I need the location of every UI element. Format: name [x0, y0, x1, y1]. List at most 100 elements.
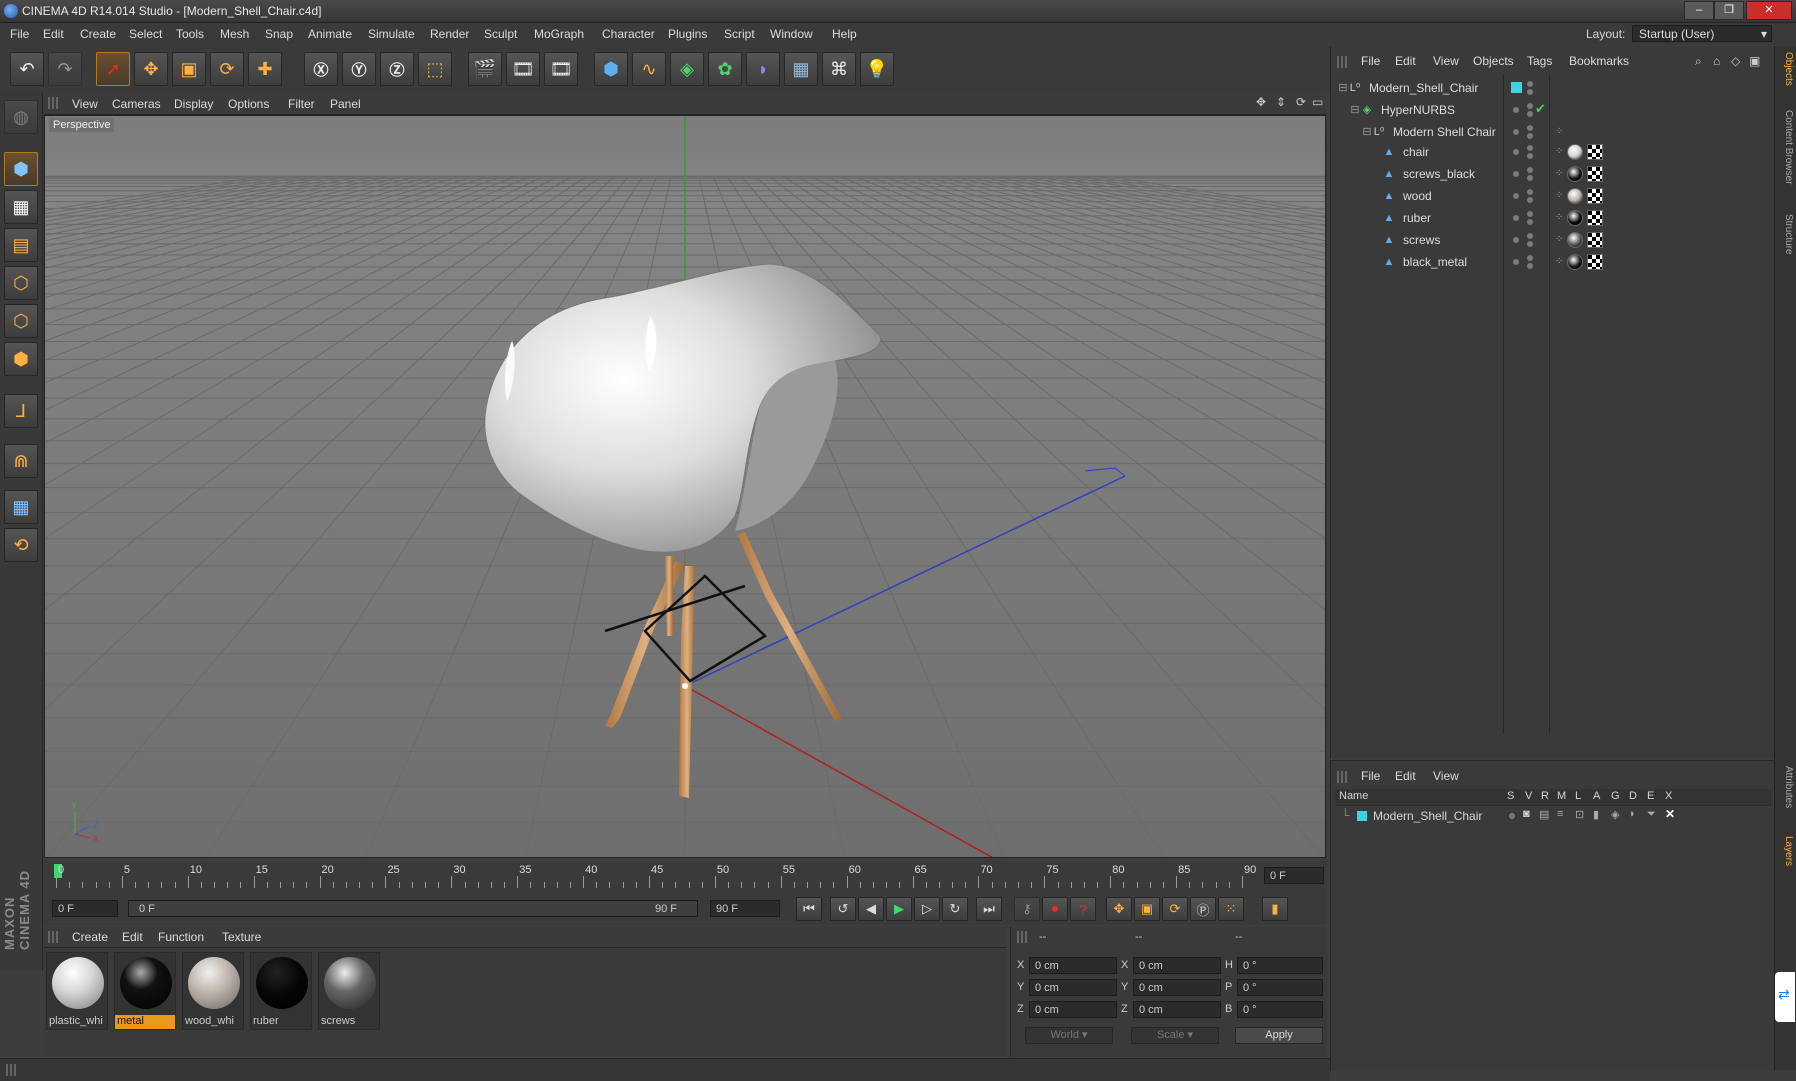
render-visibility-dot[interactable]	[1527, 219, 1533, 225]
key-pla-button[interactable]: ⁙	[1218, 897, 1244, 921]
texture-tag-icon[interactable]	[1587, 166, 1603, 182]
home-icon[interactable]: ⌂	[1713, 54, 1720, 68]
menu-help[interactable]: Help	[832, 27, 857, 41]
object-row-hypernurbs[interactable]: ⊟ ◈ HyperNURBS ✔	[1331, 100, 1775, 120]
menu-render[interactable]: Render	[430, 27, 469, 41]
eye-icon[interactable]: ◙	[1523, 808, 1530, 820]
enabled-check-icon[interactable]: ✔	[1535, 101, 1546, 117]
add-nurbs-button[interactable]: ◈	[670, 52, 704, 86]
menu-plugins[interactable]: Plugins	[668, 27, 707, 41]
menu-mesh[interactable]: Mesh	[220, 27, 249, 41]
layer-solo-dot[interactable]	[1509, 813, 1515, 819]
viewport-menu-display[interactable]: Display	[174, 97, 213, 111]
edges-mode-button[interactable]: ⬡	[4, 304, 38, 338]
rotation-h-field[interactable]: 0 °	[1237, 957, 1323, 974]
viewport-zoom-icon[interactable]: ⇕	[1276, 95, 1286, 109]
collapse-icon[interactable]: ⊟	[1337, 82, 1349, 94]
range-slider[interactable]: 0 F 90 F	[128, 900, 698, 917]
add-camera-button[interactable]: ⌘	[822, 52, 856, 86]
render-visibility-dot[interactable]	[1527, 133, 1533, 139]
render-visibility-dot[interactable]	[1527, 111, 1533, 117]
key-position-button[interactable]: ✥	[1106, 897, 1132, 921]
layer-dot[interactable]	[1513, 149, 1519, 155]
layer-dot[interactable]	[1513, 107, 1519, 113]
teamviewer-widget[interactable]: ⇄	[1775, 972, 1795, 1022]
create-object-tool[interactable]: ✚	[248, 52, 282, 86]
render-visibility-dot[interactable]	[1527, 175, 1533, 181]
layer-col-manager[interactable]: M	[1557, 790, 1566, 802]
object-row-wood[interactable]: ▲ wood ⁘	[1331, 186, 1775, 206]
expression-icon[interactable]: ⏷	[1647, 808, 1656, 821]
add-floor-button[interactable]: ▦	[784, 52, 818, 86]
coordinate-system-toggle[interactable]: ⬚	[418, 52, 452, 86]
autokey-button[interactable]: ?	[1070, 897, 1096, 921]
material-wood-whi[interactable]: wood_whi	[182, 952, 244, 1030]
material-tag-icon[interactable]	[1567, 254, 1583, 270]
planar-workplane-button[interactable]: ⟲	[4, 528, 38, 562]
menu-character[interactable]: Character	[602, 27, 655, 41]
timeline-ruler[interactable]: 0 5 10 15 20 25 30 35 40 45 50 55 60 65 70 75 80 85 90 0 F	[44, 860, 1326, 893]
lm-menu-file[interactable]: File	[1361, 769, 1380, 783]
menu-snap[interactable]: Snap	[265, 27, 293, 41]
editor-visibility-dot[interactable]	[1527, 167, 1533, 173]
material-tag-icon[interactable]	[1567, 144, 1583, 160]
om-menu-edit[interactable]: Edit	[1395, 54, 1416, 68]
texture-tag-icon[interactable]	[1587, 144, 1603, 160]
material-plastic-whi[interactable]: plastic_whi	[46, 952, 108, 1030]
layer-col-animation[interactable]: A	[1593, 790, 1600, 802]
points-mode-button[interactable]: ⬡	[4, 266, 38, 300]
tab-content-browser[interactable]: Content Browser	[1778, 110, 1794, 184]
material-tag-icon[interactable]	[1567, 210, 1583, 226]
lm-menu-view[interactable]: View	[1433, 769, 1459, 783]
record-button[interactable]: ⏺	[1042, 897, 1068, 921]
editor-visibility-dot[interactable]	[1527, 81, 1533, 87]
deformer-icon[interactable]: ◗	[1629, 808, 1636, 820]
texture-tag-icon[interactable]	[1587, 254, 1603, 270]
editor-visibility-dot[interactable]	[1527, 255, 1533, 261]
render-visibility-dot[interactable]	[1527, 89, 1533, 95]
tab-structure[interactable]: Structure	[1778, 214, 1794, 255]
end-frame-field[interactable]: 90 F	[710, 900, 780, 917]
menu-simulate[interactable]: Simulate	[368, 27, 415, 41]
phong-tag-icon[interactable]: ⁘	[1555, 168, 1563, 179]
collapse-icon[interactable]: ⊟	[1361, 126, 1373, 138]
prev-key-button[interactable]: ↺	[830, 897, 856, 921]
menu-edit[interactable]: Edit	[43, 27, 64, 41]
coordinate-space-dropdown[interactable]: World ▾	[1025, 1027, 1113, 1044]
play-button[interactable]: ▶	[886, 897, 912, 921]
model-mode-button[interactable]: ⬢	[4, 152, 38, 186]
minimize-button[interactable]: –	[1684, 1, 1714, 20]
position-x-field[interactable]: 0 cm	[1029, 957, 1117, 974]
workplane-mode-button[interactable]: ▤	[4, 228, 38, 262]
phong-tag-icon[interactable]: ⁘	[1555, 212, 1563, 223]
object-row-screws-black[interactable]: ▲ screws_black ⁘	[1331, 164, 1775, 184]
material-menu-texture[interactable]: Texture	[222, 930, 261, 944]
object-row-modern-shell-chair[interactable]: ⊟ L⁰ Modern Shell Chair ⁘	[1331, 122, 1775, 142]
make-editable-button[interactable]: ◍	[4, 100, 38, 134]
layer-col-locked[interactable]: L	[1575, 790, 1581, 802]
editor-visibility-dot[interactable]	[1527, 125, 1533, 131]
om-menu-bookmarks[interactable]: Bookmarks	[1569, 54, 1629, 68]
material-menu-function[interactable]: Function	[158, 930, 204, 944]
collapse-icon[interactable]: ⊟	[1349, 104, 1361, 116]
layer-dot[interactable]	[1513, 171, 1519, 177]
snap-button[interactable]: ⋒	[4, 444, 38, 478]
material-screws[interactable]: screws	[318, 952, 380, 1030]
axis-mode-button[interactable]: ⅃	[4, 394, 38, 428]
rotation-b-field[interactable]: 0 °	[1237, 1001, 1323, 1018]
goto-start-button[interactable]: ⏮	[796, 897, 822, 921]
render-visibility-dot[interactable]	[1527, 263, 1533, 269]
layer-dot[interactable]	[1513, 215, 1519, 221]
restore-button[interactable]: ❐	[1714, 1, 1744, 20]
render-visibility-dot[interactable]	[1527, 153, 1533, 159]
close-button[interactable]: ✕	[1746, 1, 1792, 20]
viewport-menu-cameras[interactable]: Cameras	[112, 97, 161, 111]
editor-visibility-dot[interactable]	[1527, 211, 1533, 217]
material-ruber[interactable]: ruber	[250, 952, 312, 1030]
render-settings-button[interactable]: 🎞	[544, 52, 578, 86]
film-icon[interactable]: ▮	[1593, 808, 1599, 821]
layer-col-view[interactable]: V	[1525, 790, 1532, 802]
lock-icon[interactable]: ⊡	[1575, 808, 1584, 821]
menu-file[interactable]: File	[10, 27, 29, 41]
phong-tag-icon[interactable]: ⁘	[1555, 190, 1563, 201]
